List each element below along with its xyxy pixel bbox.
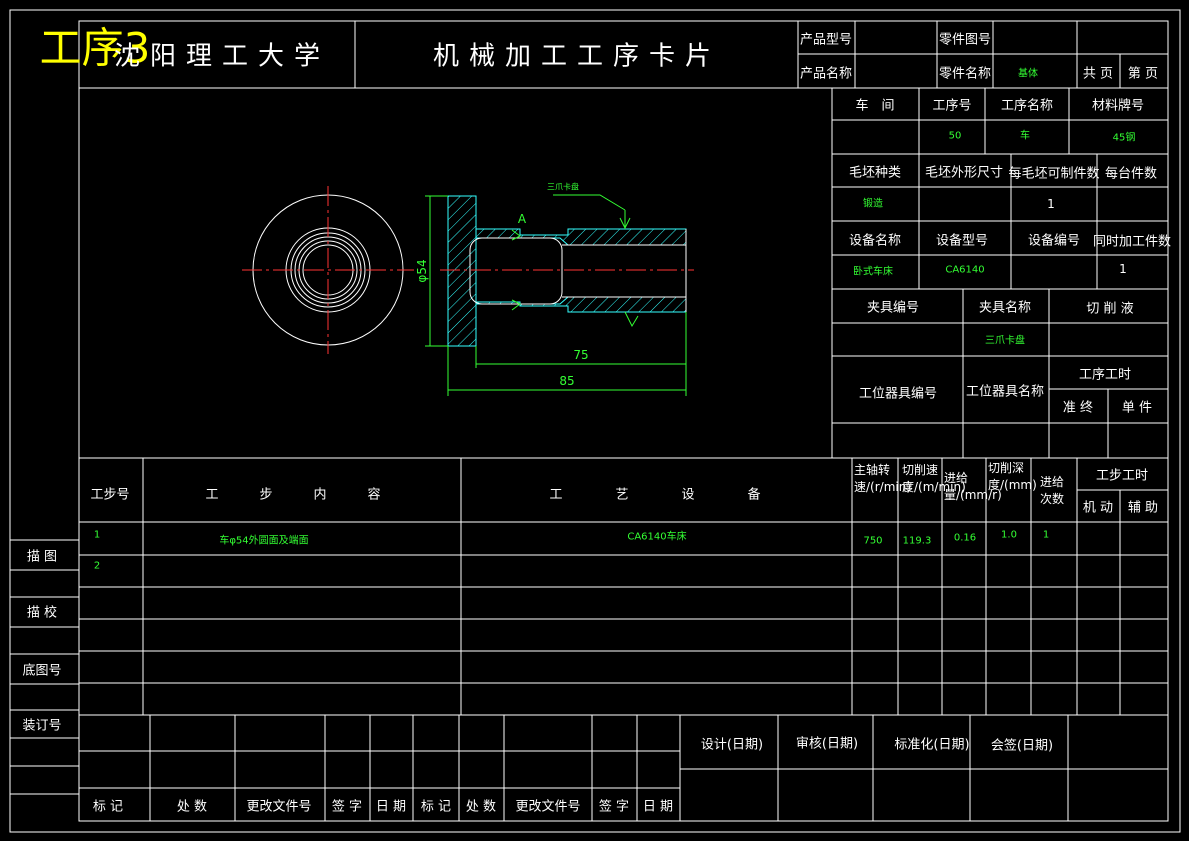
fixture-name-label: 夹具名称 [978, 300, 1032, 316]
part-name-label: 零件名称 [938, 66, 992, 82]
passes-header: 进给次数 [1040, 475, 1065, 506]
machine-time-header: 机 动 [1082, 500, 1114, 516]
op-name-value: 车 [1020, 130, 1030, 142]
footer-mark-2: 标 记 [420, 799, 452, 815]
product-model-label: 产品型号 [799, 32, 853, 48]
step-row-1-speed: 119.3 [902, 535, 932, 547]
op-no-value: 50 [948, 130, 962, 142]
per-machine-label: 每台件数 [1104, 166, 1158, 182]
footer-sign-1: 签 字 [331, 799, 363, 815]
section-mark: A [517, 212, 527, 226]
fixture-no-label: 夹具编号 [866, 300, 920, 316]
clamp-note: 三爪卡盘 [547, 182, 579, 192]
step-row-1-no: 1 [93, 529, 101, 541]
step-row-1-depth: 1.0 [1001, 529, 1017, 541]
step-row-1-spindle: 750 [863, 535, 883, 547]
depth-header: 切削深度/(mm) [988, 461, 1037, 492]
diameter-dimension: φ54 [415, 259, 429, 283]
unit-label: 单 件 [1121, 400, 1153, 416]
workshop-label: 车 间 [855, 98, 895, 114]
footer-count-2: 处 数 [465, 799, 497, 815]
total-pages-label: 共 页 [1082, 66, 1114, 82]
footer-change-doc-2: 更改文件号 [515, 799, 581, 815]
step-row-2-no: 2 [93, 560, 101, 572]
footer-sign-2: 签 字 [598, 799, 630, 815]
step-equipment-header: 工 艺 设 备 [549, 487, 781, 503]
review-label: 审核(日期) [795, 736, 859, 752]
standard-label: 标准化(日期) [894, 737, 970, 753]
card-title: 机械加工工序卡片 [432, 41, 722, 72]
simul-value: 1 [1119, 262, 1127, 276]
part-drawing-no-label: 零件图号 [938, 32, 992, 48]
step-time-header: 工步工时 [1095, 468, 1149, 484]
part-name-value: 基体 [1018, 68, 1038, 80]
step-row-1-passes: 1 [1042, 529, 1050, 541]
op-name-label: 工序名称 [1000, 98, 1054, 114]
length-75-dimension: 75 [573, 348, 589, 362]
product-name-label: 产品名称 [799, 66, 853, 82]
op-time-label: 工序工时 [1078, 367, 1132, 383]
base-no-label: 底图号 [22, 663, 62, 679]
equip-name-label: 设备名称 [848, 233, 902, 249]
prep-label: 准 终 [1062, 400, 1094, 416]
step-no-header: 工步号 [90, 487, 130, 503]
blank-type-label: 毛坯种类 [848, 165, 902, 181]
station-name-label: 工位器具名称 [965, 384, 1045, 400]
countersign-label: 会签(日期) [990, 738, 1054, 754]
blank-type-value: 锻造 [863, 198, 883, 210]
footer-date-2: 日 期 [642, 799, 674, 815]
spindle-header: 主轴转速/(r/min) [854, 463, 912, 494]
check-label: 描 校 [26, 605, 58, 621]
design-label: 设计(日期) [700, 737, 764, 753]
station-no-label: 工位器具编号 [858, 386, 938, 402]
length-85-dimension: 85 [559, 374, 575, 388]
school-name: 沈阳理工大学 [113, 41, 331, 72]
per-blank-label: 每毛坯可制件数 [1008, 166, 1100, 182]
equip-name-value: 卧式车床 [853, 266, 893, 278]
simul-label: 同时加工件数 [1092, 234, 1172, 250]
equip-model-value: CA6140 [945, 264, 985, 276]
equip-no-label: 设备编号 [1027, 233, 1081, 249]
per-blank-value: 1 [1047, 197, 1055, 211]
step-row-1-content: 车φ54外圆面及端面 [219, 535, 309, 547]
step-row-1-feed: 0.16 [953, 532, 977, 544]
page-no-label: 第 页 [1127, 66, 1159, 82]
part-drawing [242, 186, 694, 396]
aux-time-header: 辅 助 [1127, 500, 1159, 516]
step-content-header: 工 步 内 容 [205, 487, 395, 503]
binding-no-label: 装订号 [22, 718, 62, 734]
op-no-label: 工序号 [932, 98, 972, 114]
fixture-name-value: 三爪卡盘 [985, 335, 1025, 347]
feed-header: 进给量/(mm/r) [944, 471, 1002, 502]
step-row-1-equipment: CA6140车床 [627, 531, 687, 543]
trace-label: 描 图 [26, 549, 58, 565]
footer-mark-1: 标 记 [92, 799, 124, 815]
equip-model-label: 设备型号 [935, 233, 989, 249]
footer-change-doc-1: 更改文件号 [246, 799, 312, 815]
blank-size-label: 毛坯外形尺寸 [924, 165, 1004, 181]
footer-count-1: 处 数 [176, 799, 208, 815]
material-value: 45钢 [1112, 132, 1136, 144]
cut-speed-header: 切削速度/(m/min) [902, 463, 966, 494]
footer-date-1: 日 期 [375, 799, 407, 815]
coolant-label: 切 削 液 [1086, 301, 1134, 317]
material-label: 材料牌号 [1091, 98, 1145, 114]
process-card-sheet [9, 9, 1181, 833]
